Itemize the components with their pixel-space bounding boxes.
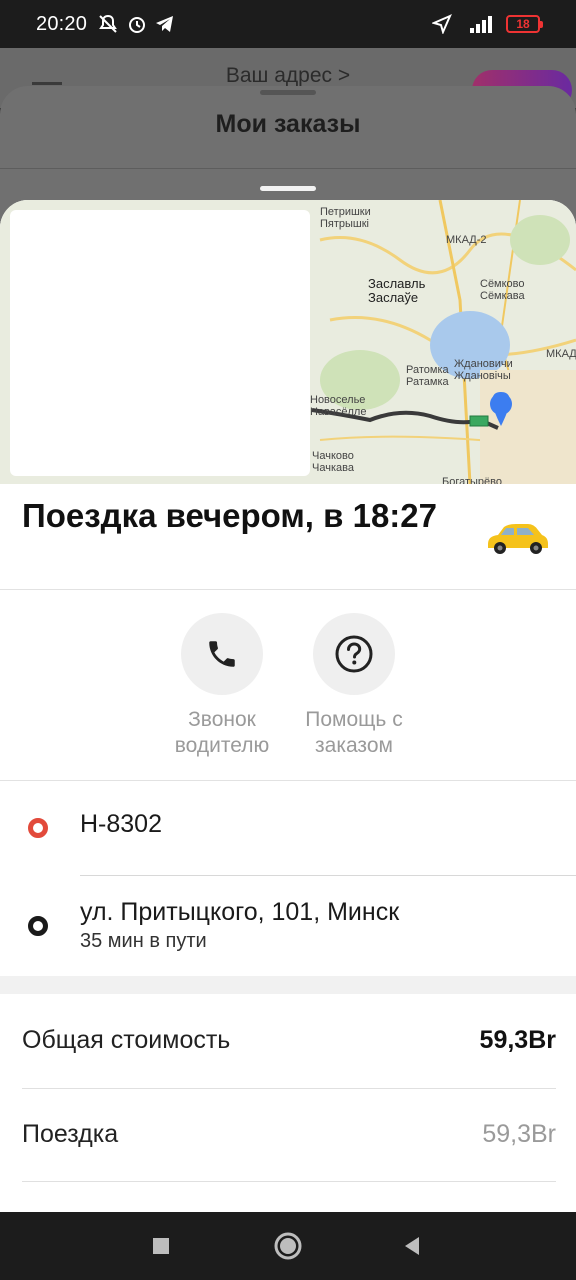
trip-cost-row: Поездка 59,3Br <box>22 1120 556 1149</box>
map-label: Ждановичи <box>454 358 513 370</box>
divider <box>0 589 576 590</box>
total-cost-row: Общая стоимость 59,3Br <box>22 1026 556 1055</box>
map-label: Сёмково <box>480 278 525 290</box>
divider <box>22 1181 556 1182</box>
map-label: МКАД <box>546 348 576 360</box>
map-label: Ратомка <box>406 364 449 376</box>
help-order-label: Помощь с заказом <box>305 708 403 757</box>
circle-home-icon <box>274 1232 302 1260</box>
trip-duration: 35 мин в пути <box>80 930 207 952</box>
alarm-icon <box>129 17 146 33</box>
battery-icon: 18 <box>506 15 543 33</box>
map-label: Навасёлле <box>310 406 367 418</box>
route-map[interactable]: Петришки Пятрышкі МКАД-2 Заславль Заслаў… <box>0 200 576 484</box>
mute-icon <box>99 14 117 33</box>
trip-cost-label: Поездка <box>22 1120 119 1148</box>
location-arrow-icon <box>432 14 452 34</box>
map-label: Заславль <box>368 276 426 291</box>
phone-icon <box>209 641 235 667</box>
section-gap <box>0 976 576 994</box>
back-triangle-icon <box>405 1237 419 1255</box>
divider <box>80 875 576 876</box>
map-label: Чачково <box>312 450 354 462</box>
help-order-circle[interactable] <box>313 613 395 695</box>
orders-title: Мои заказы <box>215 110 361 138</box>
map-label: Чачкава <box>312 462 354 474</box>
call-driver-circle[interactable] <box>181 613 263 695</box>
total-cost-label: Общая стоимость <box>22 1026 231 1054</box>
call-driver-button[interactable]: Звонок водителю <box>157 613 287 759</box>
status-bar: 20:20 18 <box>0 0 576 48</box>
total-cost-value: 59,3Br <box>479 1026 556 1054</box>
call-driver-label: Звонок водителю <box>174 708 270 757</box>
map-label: Ждановічы <box>454 370 511 382</box>
divider <box>0 780 576 781</box>
map-label: Заслаўе <box>368 290 419 305</box>
map-label: Ратамка <box>406 376 449 388</box>
signal-icon <box>470 16 492 33</box>
map-label: Сёмкава <box>480 290 525 302</box>
map-label: Богатырёво <box>442 476 503 484</box>
start-point-icon <box>28 818 48 838</box>
navigation-bar <box>0 1212 576 1280</box>
recents-button[interactable] <box>141 1226 181 1266</box>
square-icon <box>153 1238 169 1254</box>
map-label: Петришки <box>320 206 371 218</box>
trip-cost-value: 59,3Br <box>482 1120 556 1148</box>
end-address: ул. Притыцкого, 101, Минск <box>80 898 400 926</box>
question-icon <box>335 635 373 673</box>
taxi-car-icon <box>488 524 548 554</box>
order-detail-card: Петришки Пятрышкі МКАД-2 Заславль Заслаў… <box>0 200 576 1212</box>
battery-level: 18 <box>516 17 530 31</box>
status-time: 20:20 <box>36 12 88 35</box>
divider <box>0 168 576 169</box>
start-address: Н-8302 <box>80 810 162 838</box>
telegram-icon <box>156 16 174 32</box>
card-handle[interactable] <box>260 186 316 191</box>
map-label: Новоселье <box>310 394 366 406</box>
trip-title: Поездка вечером, в 18:27 <box>22 497 437 534</box>
help-order-button[interactable]: Помощь с заказом <box>289 613 419 759</box>
map-label: МКАД-2 <box>446 234 487 246</box>
map-label: Пятрышкі <box>320 218 370 230</box>
divider <box>22 1088 556 1089</box>
map-placeholder <box>10 210 310 476</box>
back-button[interactable] <box>392 1226 432 1266</box>
home-button[interactable] <box>268 1226 308 1266</box>
end-point-icon <box>28 916 48 936</box>
sheet-handle[interactable] <box>260 90 316 95</box>
